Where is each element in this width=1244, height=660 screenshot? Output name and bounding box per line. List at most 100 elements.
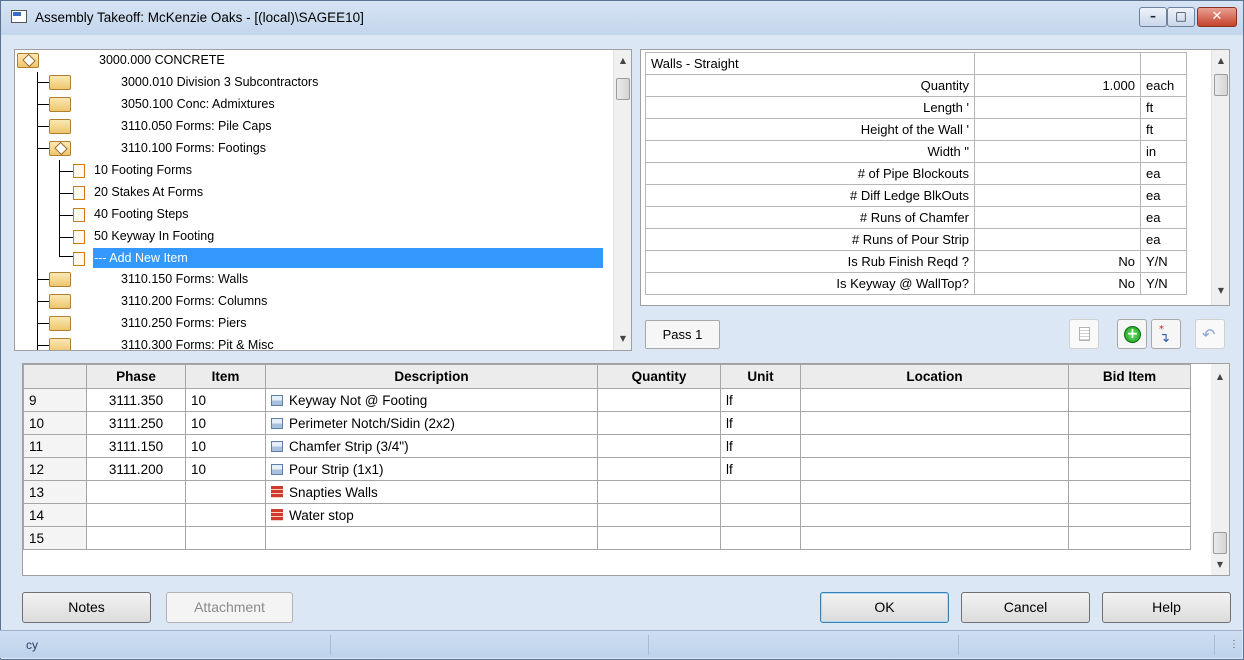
- bid-item-cell[interactable]: [1068, 503, 1191, 527]
- bid-item-cell[interactable]: [1068, 434, 1191, 458]
- column-header-description[interactable]: Description: [265, 364, 598, 389]
- variable-value[interactable]: [974, 162, 1141, 185]
- variable-value[interactable]: [974, 228, 1141, 251]
- item-cell[interactable]: 10: [185, 388, 266, 412]
- item-cell[interactable]: 10: [185, 411, 266, 435]
- scroll-down-icon[interactable]: ▼: [614, 334, 631, 343]
- scroll-thumb[interactable]: [1213, 532, 1227, 554]
- add-button[interactable]: +: [1117, 319, 1147, 349]
- help-button[interactable]: Help: [1102, 592, 1231, 623]
- phase-cell[interactable]: [86, 526, 186, 550]
- tree-item[interactable]: 3110.100 Forms: Footings: [121, 138, 266, 159]
- variable-value[interactable]: No: [974, 250, 1141, 273]
- description-cell[interactable]: Keyway Not @ Footing: [265, 388, 598, 412]
- item-cell[interactable]: [185, 526, 266, 550]
- takeoff-grid[interactable]: Phase Item Description Quantity Unit Loc…: [22, 363, 1230, 576]
- row-number[interactable]: 11: [23, 434, 87, 458]
- description-cell[interactable]: [265, 526, 598, 550]
- table-row[interactable]: 12 3111.200 10 Pour Strip (1x1) lf: [23, 457, 1191, 481]
- table-row[interactable]: 14 Water stop: [23, 503, 1191, 527]
- scroll-up-icon[interactable]: ▲: [1211, 372, 1229, 381]
- maximize-button[interactable]: □: [1167, 7, 1195, 27]
- notes-button[interactable]: Notes: [22, 592, 151, 623]
- scroll-thumb[interactable]: [1214, 74, 1228, 96]
- tree-item[interactable]: 3050.100 Conc: Admixtures: [121, 94, 275, 115]
- tree-item[interactable]: 3110.300 Forms: Pit & Misc: [121, 335, 274, 350]
- notes-page-button[interactable]: [1069, 319, 1099, 349]
- table-row[interactable]: 10 3111.250 10 Perimeter Notch/Sidin (2x…: [23, 411, 1191, 435]
- quantity-cell[interactable]: [597, 388, 721, 412]
- tree-item[interactable]: 50 Keyway In Footing: [94, 226, 214, 247]
- scroll-down-icon[interactable]: ▼: [1212, 286, 1229, 295]
- table-row[interactable]: 15: [23, 526, 1191, 550]
- scroll-thumb[interactable]: [616, 78, 630, 100]
- tree-item[interactable]: 40 Footing Steps: [94, 204, 189, 225]
- tree-item[interactable]: 3110.200 Forms: Columns: [121, 291, 267, 312]
- quantity-cell[interactable]: [597, 434, 721, 458]
- column-header-unit[interactable]: Unit: [720, 364, 801, 389]
- quantity-cell[interactable]: [597, 457, 721, 481]
- row-number[interactable]: 13: [23, 480, 87, 504]
- phase-cell[interactable]: [86, 503, 186, 527]
- location-cell[interactable]: [800, 526, 1069, 550]
- location-cell[interactable]: [800, 411, 1069, 435]
- location-cell[interactable]: [800, 503, 1069, 527]
- close-button[interactable]: ✕: [1197, 7, 1237, 27]
- row-number[interactable]: 15: [23, 526, 87, 550]
- scroll-down-icon[interactable]: ▼: [1211, 560, 1229, 569]
- quantity-cell[interactable]: [597, 503, 721, 527]
- column-header-phase[interactable]: Phase: [86, 364, 186, 389]
- bid-item-cell[interactable]: [1068, 411, 1191, 435]
- variable-value[interactable]: [974, 96, 1141, 119]
- unit-cell[interactable]: lf: [720, 388, 801, 412]
- phase-cell[interactable]: 3111.200: [86, 457, 186, 481]
- bid-item-cell[interactable]: [1068, 457, 1191, 481]
- variable-value[interactable]: [974, 140, 1141, 163]
- grid-scrollbar[interactable]: ▲ ▼: [1211, 364, 1229, 575]
- scroll-up-icon[interactable]: ▲: [614, 56, 631, 65]
- variable-value[interactable]: [974, 118, 1141, 141]
- location-cell[interactable]: [800, 480, 1069, 504]
- phase-tree[interactable]: 3000.000 CONCRETE 3000.010 Division 3 Su…: [14, 49, 632, 351]
- tree-item[interactable]: 3000.010 Division 3 Subcontractors: [121, 72, 318, 93]
- tree-item[interactable]: 20 Stakes At Forms: [94, 182, 203, 203]
- tree-item[interactable]: 3110.150 Forms: Walls: [121, 269, 248, 290]
- resize-grip-icon[interactable]: ⋮: [1214, 635, 1242, 655]
- location-cell[interactable]: [800, 388, 1069, 412]
- unit-cell[interactable]: lf: [720, 411, 801, 435]
- variables-scrollbar[interactable]: ▲ ▼: [1211, 50, 1229, 305]
- column-header-item[interactable]: Item: [185, 364, 266, 389]
- table-row[interactable]: 11 3111.150 10 Chamfer Strip (3/4") lf: [23, 434, 1191, 458]
- description-cell[interactable]: Pour Strip (1x1): [265, 457, 598, 481]
- unit-cell[interactable]: [720, 503, 801, 527]
- scroll-up-icon[interactable]: ▲: [1212, 56, 1229, 65]
- ok-button[interactable]: OK: [820, 592, 949, 623]
- bid-item-cell[interactable]: [1068, 388, 1191, 412]
- column-header-location[interactable]: Location: [800, 364, 1069, 389]
- variable-value[interactable]: 1.000: [974, 74, 1141, 97]
- column-header-quantity[interactable]: Quantity: [597, 364, 721, 389]
- description-cell[interactable]: Perimeter Notch/Sidin (2x2): [265, 411, 598, 435]
- description-cell[interactable]: Snapties Walls: [265, 480, 598, 504]
- unit-cell[interactable]: lf: [720, 457, 801, 481]
- location-cell[interactable]: [800, 434, 1069, 458]
- tab-pass-1[interactable]: Pass 1: [645, 320, 720, 349]
- row-number[interactable]: 12: [23, 457, 87, 481]
- phase-cell[interactable]: 3111.250: [86, 411, 186, 435]
- description-cell[interactable]: Chamfer Strip (3/4"): [265, 434, 598, 458]
- item-cell[interactable]: [185, 480, 266, 504]
- variable-value[interactable]: [974, 206, 1141, 229]
- unit-cell[interactable]: [720, 526, 801, 550]
- tree-item-root[interactable]: 3000.000 CONCRETE: [99, 50, 225, 71]
- location-cell[interactable]: [800, 457, 1069, 481]
- attachment-button[interactable]: Attachment: [166, 592, 293, 623]
- bid-item-cell[interactable]: [1068, 526, 1191, 550]
- undo-button[interactable]: ↶: [1195, 319, 1225, 349]
- item-cell[interactable]: [185, 503, 266, 527]
- unit-cell[interactable]: [720, 480, 801, 504]
- variable-value[interactable]: [974, 184, 1141, 207]
- phase-cell[interactable]: 3111.150: [86, 434, 186, 458]
- tree-scrollbar[interactable]: ▲ ▼: [613, 50, 631, 350]
- item-cell[interactable]: 10: [185, 457, 266, 481]
- row-number[interactable]: 10: [23, 411, 87, 435]
